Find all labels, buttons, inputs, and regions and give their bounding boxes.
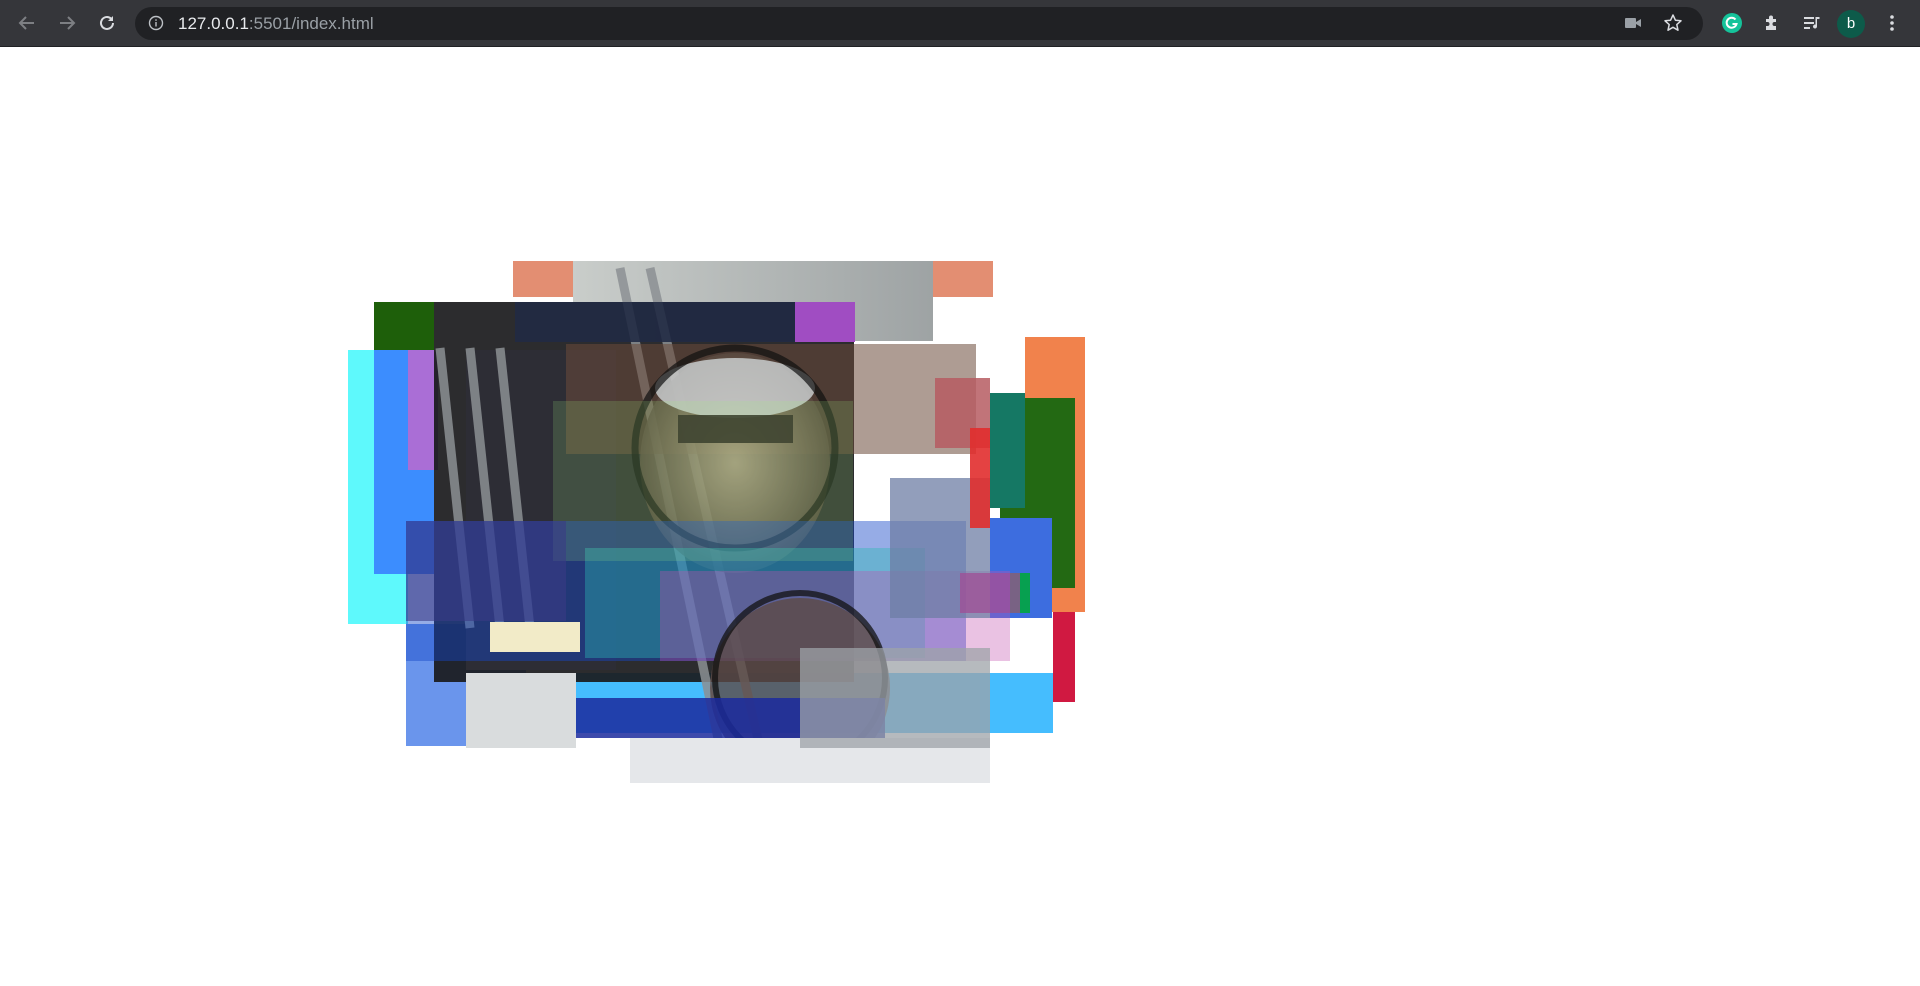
browser-toolbar: 127.0.0.1:5501/index.html b bbox=[0, 0, 1920, 47]
panel-violet-left bbox=[408, 350, 438, 470]
puzzle-icon bbox=[1766, 15, 1776, 30]
camera-button[interactable] bbox=[1618, 8, 1648, 38]
address-bar[interactable]: 127.0.0.1:5501/index.html bbox=[135, 7, 1703, 40]
info-icon[interactable] bbox=[148, 15, 164, 31]
page-viewport bbox=[0, 48, 1920, 986]
profile-avatar[interactable]: b bbox=[1837, 10, 1865, 38]
url-text[interactable]: 127.0.0.1:5501/index.html bbox=[178, 7, 374, 40]
browser-menu-button[interactable] bbox=[1877, 8, 1907, 38]
photo-cream-block bbox=[490, 622, 580, 652]
star-icon bbox=[1664, 14, 1682, 31]
back-button[interactable] bbox=[12, 8, 42, 38]
bookmark-button[interactable] bbox=[1658, 8, 1688, 38]
media-controls-button[interactable] bbox=[1797, 8, 1827, 38]
url-path: :5501/index.html bbox=[248, 14, 374, 33]
reload-button[interactable] bbox=[92, 8, 122, 38]
photo-red-strip bbox=[970, 428, 990, 528]
forward-button[interactable] bbox=[52, 8, 82, 38]
glitch-collage-artwork bbox=[348, 261, 1085, 783]
panel-green-left bbox=[374, 302, 434, 352]
video-camera-icon bbox=[1625, 18, 1641, 28]
kebab-menu-icon bbox=[1890, 15, 1894, 31]
grammarly-extension[interactable] bbox=[1717, 8, 1747, 38]
photo-magenta-small bbox=[960, 573, 1020, 613]
extensions-button[interactable] bbox=[1757, 8, 1787, 38]
grammarly-icon bbox=[1722, 13, 1742, 33]
photo-glow bbox=[553, 401, 853, 561]
photo-paper-block bbox=[800, 648, 990, 748]
photo-hoodie-left bbox=[466, 673, 576, 748]
reload-icon bbox=[100, 15, 114, 30]
panel-crimson-right bbox=[1053, 612, 1075, 702]
media-queue-icon bbox=[1804, 17, 1820, 29]
photo-purple-block bbox=[795, 302, 855, 342]
arrow-left-icon bbox=[18, 16, 34, 30]
photo-green-tile bbox=[990, 393, 1025, 508]
url-host: 127.0.0.1 bbox=[178, 14, 249, 33]
photo-indigo-block bbox=[406, 521, 566, 621]
arrow-right-icon bbox=[60, 16, 76, 30]
